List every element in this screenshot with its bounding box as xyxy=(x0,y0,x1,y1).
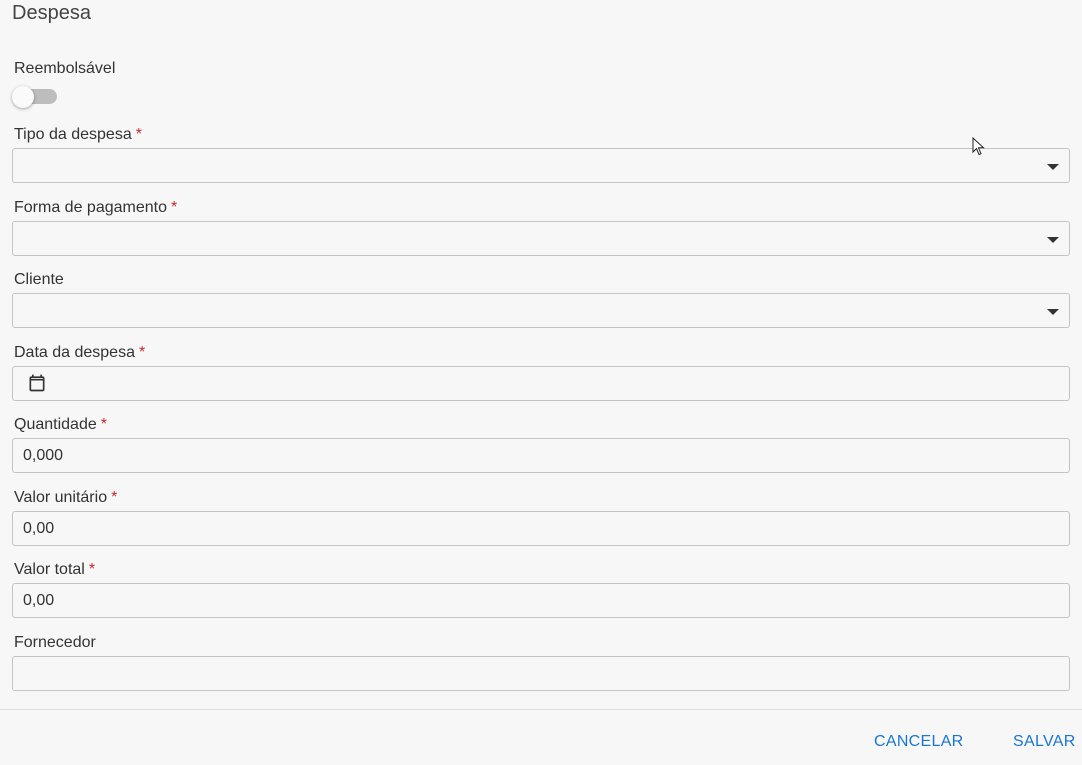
fornecedor-label: Fornecedor xyxy=(14,634,96,652)
tipo-despesa-label: Tipo da despesa * xyxy=(14,126,142,144)
cliente-label: Cliente xyxy=(14,271,64,289)
quantidade-label: Quantidade * xyxy=(14,416,107,434)
data-despesa-label: Data da despesa * xyxy=(14,344,145,362)
required-marker: * xyxy=(111,489,118,506)
valor-total-label: Valor total * xyxy=(14,561,95,579)
required-marker: * xyxy=(170,199,178,216)
data-despesa-label-text: Data da despesa xyxy=(14,344,135,361)
chevron-down-icon xyxy=(1047,237,1059,243)
expense-dialog: Despesa Reembolsável Tipo da despesa * Fo… xyxy=(0,0,1082,765)
quantidade-value: 0,000 xyxy=(23,447,64,464)
toggle-thumb xyxy=(12,86,34,108)
cliente-select[interactable] xyxy=(12,293,1070,328)
valor-unitario-input[interactable]: 0,00 xyxy=(12,511,1070,546)
cancel-button[interactable]: CANCELAR xyxy=(874,733,964,751)
fornecedor-label-text: Fornecedor xyxy=(14,634,96,651)
chevron-down-icon xyxy=(1047,164,1059,170)
tipo-despesa-select[interactable] xyxy=(12,148,1070,183)
quantidade-label-text: Quantidade xyxy=(14,416,97,433)
required-marker: * xyxy=(135,126,142,143)
footer-divider xyxy=(0,709,1082,710)
required-marker: * xyxy=(100,416,107,433)
save-button[interactable]: SALVAR xyxy=(1013,733,1076,751)
tipo-despesa-label-text: Tipo da despesa xyxy=(14,126,132,143)
valor-unitario-label: Valor unitário * xyxy=(14,489,117,507)
chevron-down-icon xyxy=(1047,309,1059,315)
fornecedor-input[interactable] xyxy=(12,656,1070,691)
valor-total-input[interactable]: 0,00 xyxy=(12,583,1070,618)
mouse-cursor-icon xyxy=(972,136,986,162)
data-despesa-input[interactable] xyxy=(12,366,1070,401)
required-marker: * xyxy=(88,561,96,578)
quantidade-input[interactable]: 0,000 xyxy=(12,438,1070,473)
valor-unitario-label-text: Valor unitário xyxy=(14,489,108,506)
valor-total-label-text: Valor total xyxy=(14,561,85,578)
forma-pagamento-label: Forma de pagamento * xyxy=(14,199,177,217)
cliente-label-text: Cliente xyxy=(14,271,64,288)
valor-unitario-value: 0,00 xyxy=(23,520,55,537)
forma-pagamento-select[interactable] xyxy=(12,221,1070,256)
required-marker: * xyxy=(138,344,146,361)
dialog-title: Despesa xyxy=(12,2,91,24)
calendar-icon[interactable] xyxy=(27,373,47,398)
reembolsavel-label: Reembolsável xyxy=(14,60,116,77)
reembolsavel-toggle[interactable] xyxy=(12,86,58,108)
valor-total-value: 0,00 xyxy=(23,592,55,609)
forma-pagamento-label-text: Forma de pagamento xyxy=(14,199,167,216)
